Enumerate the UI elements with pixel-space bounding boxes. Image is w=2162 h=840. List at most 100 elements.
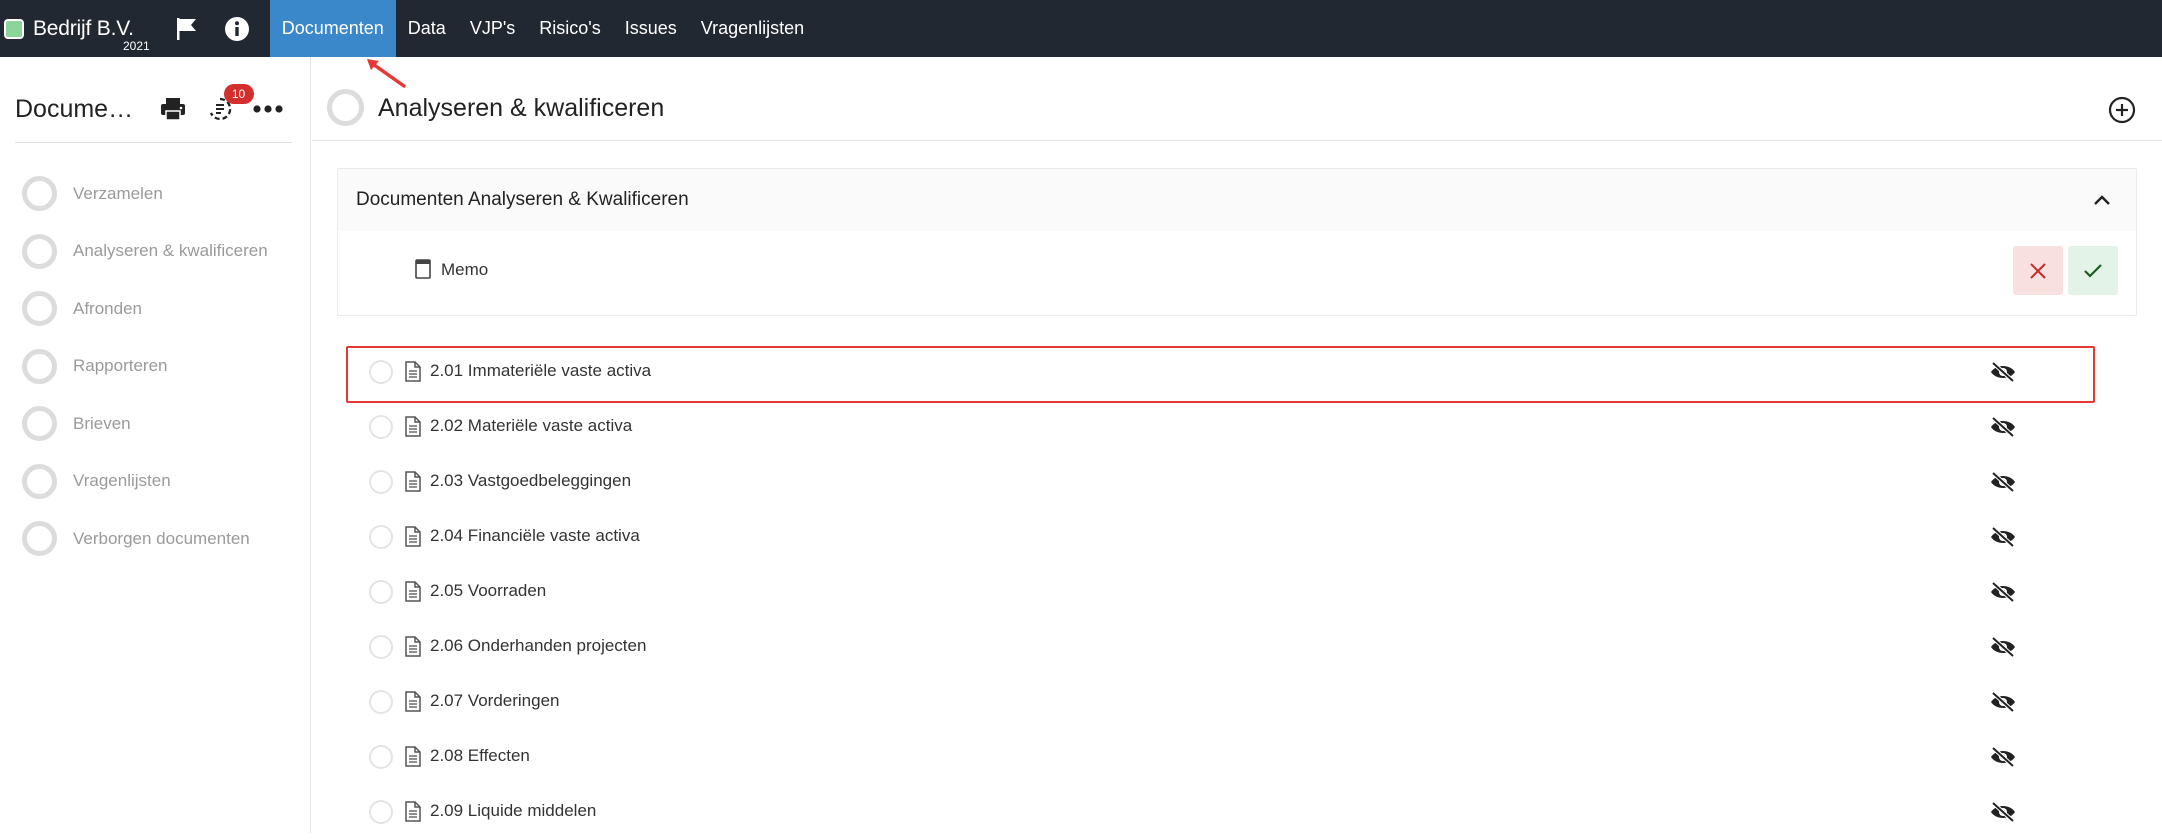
panel-title: Documenten Analyseren & Kwalificeren [356,189,689,210]
document-icon [405,581,421,602]
document-icon [405,746,421,767]
sidebar-header: Documenten 10 [15,79,292,139]
history-button[interactable]: 10 [197,84,254,131]
close-icon [2030,262,2046,279]
progress-circle-icon [22,176,57,212]
document-label: 2.05 Voorraden [430,581,547,600]
nav-tab-issues[interactable]: Issues [613,0,689,57]
status-circle-icon[interactable] [369,800,393,824]
sidebar-divider [15,142,292,143]
document-icon [405,416,421,437]
status-circle-icon[interactable] [369,690,393,714]
page-title: Analyseren & kwalificeren [378,94,665,122]
plus-circle-icon [2108,96,2136,124]
status-circle-icon[interactable] [369,360,393,384]
sidebar-item-label: Analyseren & kwalificeren [73,241,268,261]
sidebar-item-analyseren[interactable]: Analyseren & kwalificeren [22,223,302,281]
eye-slash-icon[interactable] [1989,690,2017,714]
company-status-indicator [4,18,24,39]
sidebar-title: Documenten [15,94,144,123]
eye-slash-icon[interactable] [1989,415,2017,439]
info-icon[interactable] [212,0,262,57]
progress-circle-icon [22,521,57,557]
document-icon [405,636,421,657]
more-options-button[interactable] [244,87,292,131]
document-label: 2.08 Effecten [430,746,530,765]
progress-circle-icon [22,233,57,269]
nav-tab-vragenlijsten[interactable]: Vragenlijsten [689,0,816,57]
memo-row[interactable]: Memo [338,231,2136,315]
company-name: Bedrijf B.V. [33,16,134,40]
list-item[interactable]: 2.06 Onderhanden projecten [347,620,2107,675]
chevron-up-icon[interactable] [2090,189,2114,211]
sidebar-item-brieven[interactable]: Brieven [22,395,302,453]
nav-tab-vjps[interactable]: VJP's [458,0,527,57]
document-label: 2.09 Liquide middelen [430,801,597,820]
document-icon [405,471,421,492]
memo-label: Memo [441,260,489,279]
sidebar-item-label: Verborgen documenten [73,528,250,548]
list-item[interactable]: 2.02 Materiële vaste activa [347,400,2107,455]
print-button[interactable] [149,87,197,131]
reject-button[interactable] [2013,246,2063,295]
sidebar-item-label: Rapporteren [73,356,168,376]
sidebar-item-label: Verzamelen [73,183,163,203]
main-content: Analyseren & kwalificeren Documenten Ana… [312,57,2162,833]
eye-slash-icon[interactable] [1989,800,2017,824]
status-circle-icon[interactable] [369,415,393,439]
sidebar-item-vragenlijsten[interactable]: Vragenlijsten [22,453,302,511]
progress-circle-icon [22,291,57,327]
status-circle-icon[interactable] [369,470,393,494]
status-circle-icon[interactable] [369,745,393,769]
phase-list: Verzamelen Analyseren & kwalificeren Afr… [22,165,302,568]
document-icon [405,801,421,822]
status-circle-icon[interactable] [369,635,393,659]
list-item[interactable]: 2.08 Effecten [347,730,2107,785]
document-icon [405,361,421,382]
document-label: 2.07 Vorderingen [430,691,560,710]
sidebar-item-verzamelen[interactable]: Verzamelen [22,165,302,223]
list-item[interactable]: 2.07 Vorderingen [347,675,2107,730]
top-navigation-bar: Bedrijf B.V. 2021 Documenten Data VJP's … [0,0,2162,57]
printer-icon [160,98,185,121]
sidebar-item-afronden[interactable]: Afronden [22,280,302,338]
documents-panel: Documenten Analyseren & Kwalificeren Mem… [337,168,2137,316]
flag-icon[interactable] [162,0,212,57]
progress-circle-icon [22,463,57,499]
list-item[interactable]: 2.09 Liquide middelen [347,785,2107,840]
company-brand[interactable]: Bedrijf B.V. 2021 [0,0,150,57]
page-header: Analyseren & kwalificeren [312,57,2162,141]
add-button[interactable] [2106,94,2138,126]
progress-circle-icon[interactable] [327,89,364,126]
ellipsis-icon [253,105,283,113]
document-label: 2.06 Onderhanden projecten [430,636,647,655]
nav-tab-risicos[interactable]: Risico's [527,0,612,57]
eye-slash-icon[interactable] [1989,360,2017,384]
document-list: 2.01 Immateriële vaste activa 2.02 Mater… [346,345,2107,840]
document-label: 2.04 Financiële vaste activa [430,526,640,545]
sidebar-item-rapporteren[interactable]: Rapporteren [22,338,302,396]
status-circle-icon[interactable] [369,580,393,604]
status-circle-icon[interactable] [369,525,393,549]
list-item[interactable]: 2.03 Vastgoedbeleggingen [347,455,2107,510]
approve-button[interactable] [2068,246,2118,295]
check-icon [2084,263,2102,278]
eye-slash-icon[interactable] [1989,525,2017,549]
sidebar-item-label: Afronden [73,298,142,318]
eye-slash-icon[interactable] [1989,580,2017,604]
panel-header[interactable]: Documenten Analyseren & Kwalificeren [338,169,2136,231]
eye-slash-icon[interactable] [1989,745,2017,769]
list-item[interactable]: 2.04 Financiële vaste activa [347,510,2107,565]
eye-slash-icon[interactable] [1989,635,2017,659]
fiscal-year: 2021 [123,39,150,53]
eye-slash-icon[interactable] [1989,470,2017,494]
list-item[interactable]: 2.01 Immateriële vaste activa [346,345,2107,403]
nav-tab-documenten[interactable]: Documenten [269,0,396,57]
sidebar: Documenten 10 Verzamelen Analyseren & kw… [0,57,311,833]
document-icon [405,526,421,547]
document-label: 2.01 Immateriële vaste activa [430,361,652,380]
list-item[interactable]: 2.05 Voorraden [347,565,2107,620]
document-label: 2.02 Materiële vaste activa [430,416,633,435]
nav-tab-data[interactable]: Data [396,0,458,57]
sidebar-item-verborgen-documenten[interactable]: Verborgen documenten [22,510,302,568]
